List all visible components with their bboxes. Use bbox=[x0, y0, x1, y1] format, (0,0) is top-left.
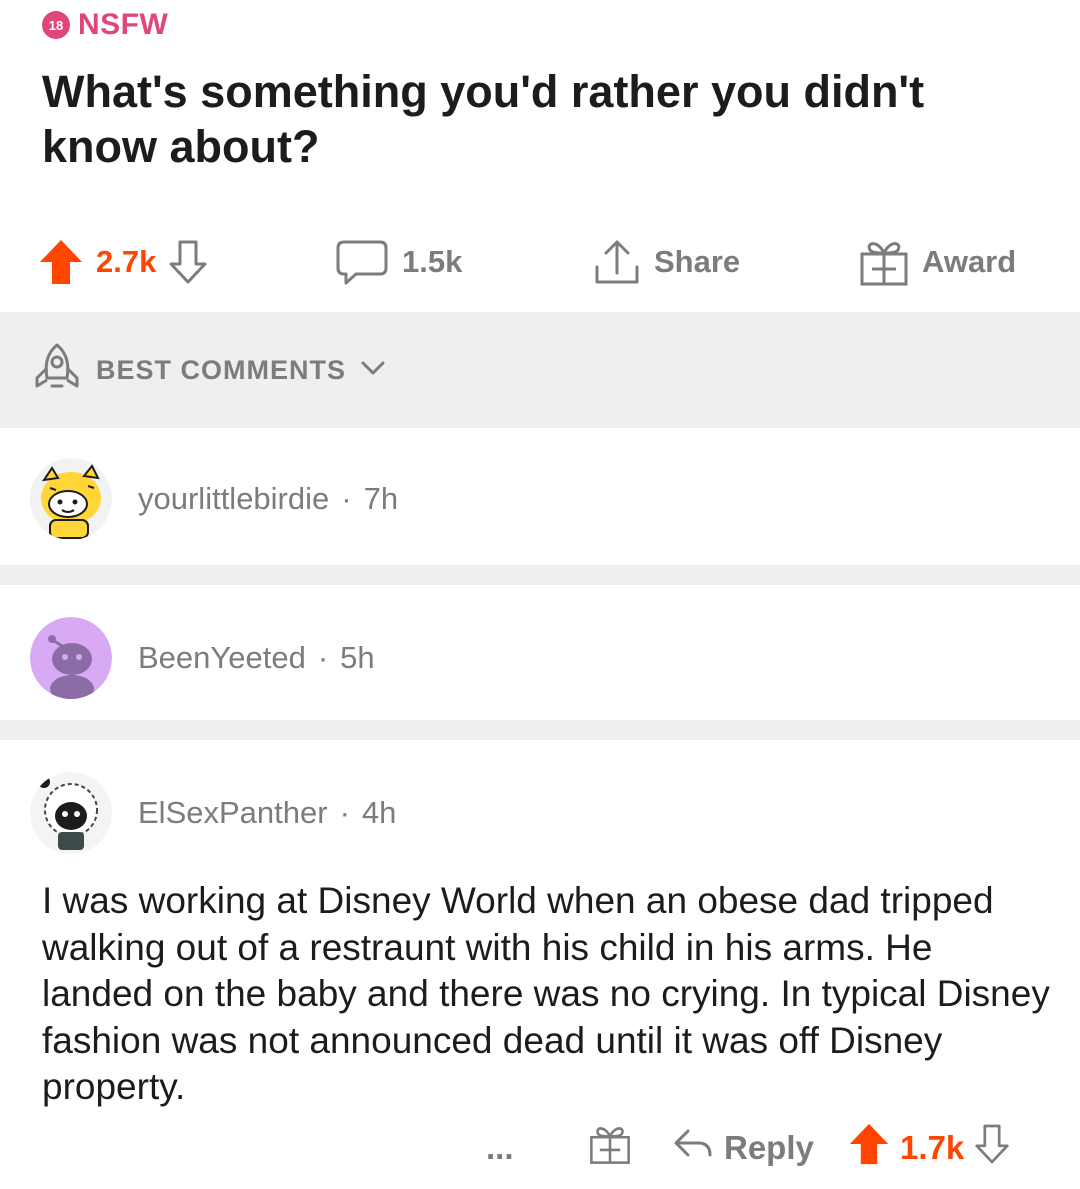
comment-header: BeenYeeted · 5h bbox=[30, 617, 375, 699]
comment-icon bbox=[334, 238, 390, 286]
comment-count: 1.5k bbox=[402, 244, 463, 279]
avatar[interactable] bbox=[30, 617, 112, 699]
comment-body: I was working at Disney World when an ob… bbox=[42, 880, 1050, 1107]
comment-age: 5h bbox=[340, 640, 375, 675]
post-action-bar: 2.7k 1.5k Share Award bbox=[0, 228, 1080, 296]
comment-vote-group: 1.7k bbox=[848, 1120, 1010, 1176]
vote-group: 2.7k bbox=[38, 228, 208, 296]
upvote-count: 1.7k bbox=[900, 1129, 965, 1166]
share-button[interactable]: Share bbox=[592, 228, 740, 296]
nsfw-label: NSFW bbox=[78, 8, 169, 41]
comments-button[interactable]: 1.5k bbox=[334, 228, 462, 296]
reply-icon bbox=[672, 1127, 714, 1169]
comment-age: 7h bbox=[363, 481, 399, 516]
comment-meta: BeenYeeted · 5h bbox=[138, 640, 375, 676]
comment-sort-bar[interactable]: BEST COMMENTS bbox=[0, 312, 1080, 428]
avatar[interactable] bbox=[30, 772, 112, 854]
comment-meta: ElSexPanther · 4h bbox=[138, 795, 396, 831]
sort-label: BEST COMMENTS bbox=[96, 354, 347, 385]
reply-button[interactable]: Reply bbox=[672, 1120, 814, 1176]
dot-separator: · bbox=[339, 795, 350, 830]
dot-separator: · bbox=[317, 640, 329, 675]
comment-age: 4h bbox=[361, 795, 397, 830]
comment-header: ElSexPanther · 4h bbox=[30, 772, 396, 854]
comment-author[interactable]: ElSexPanther bbox=[138, 795, 328, 831]
more-icon: ... bbox=[486, 1129, 514, 1166]
gift-icon bbox=[588, 1122, 632, 1174]
award-label: Award bbox=[922, 244, 1017, 279]
comment-meta: yourlittlebirdie · 7h bbox=[138, 481, 398, 517]
comment-header: yourlittlebirdie · 7h bbox=[30, 458, 398, 540]
comment-author[interactable]: BeenYeeted bbox=[138, 640, 306, 676]
more-options-button[interactable]: ... bbox=[486, 1120, 514, 1176]
comment-divider bbox=[0, 565, 1080, 585]
comment-author[interactable]: yourlittlebirdie bbox=[138, 481, 329, 517]
share-label: Share bbox=[654, 244, 741, 279]
share-icon bbox=[592, 237, 642, 287]
nsfw-badge: 18 bbox=[42, 11, 70, 39]
reply-label: Reply bbox=[724, 1129, 814, 1166]
post-title[interactable]: What's something you'd rather you didn't… bbox=[42, 64, 1042, 174]
downvote-icon[interactable] bbox=[974, 1123, 1010, 1173]
avatar[interactable] bbox=[30, 458, 112, 540]
upvote-count: 2.7k bbox=[96, 244, 157, 279]
upvote-icon[interactable] bbox=[38, 238, 84, 286]
dot-separator: · bbox=[341, 481, 352, 516]
rocket-icon bbox=[32, 342, 82, 399]
chevron-down-icon bbox=[360, 359, 386, 382]
downvote-icon[interactable] bbox=[168, 239, 208, 285]
upvote-icon[interactable] bbox=[848, 1122, 890, 1174]
award-button[interactable]: Award bbox=[858, 228, 1016, 296]
nsfw-tag: 18 NSFW bbox=[42, 8, 168, 42]
comment-award-button[interactable] bbox=[588, 1120, 632, 1176]
gift-icon bbox=[858, 236, 910, 288]
comment-divider bbox=[0, 720, 1080, 740]
